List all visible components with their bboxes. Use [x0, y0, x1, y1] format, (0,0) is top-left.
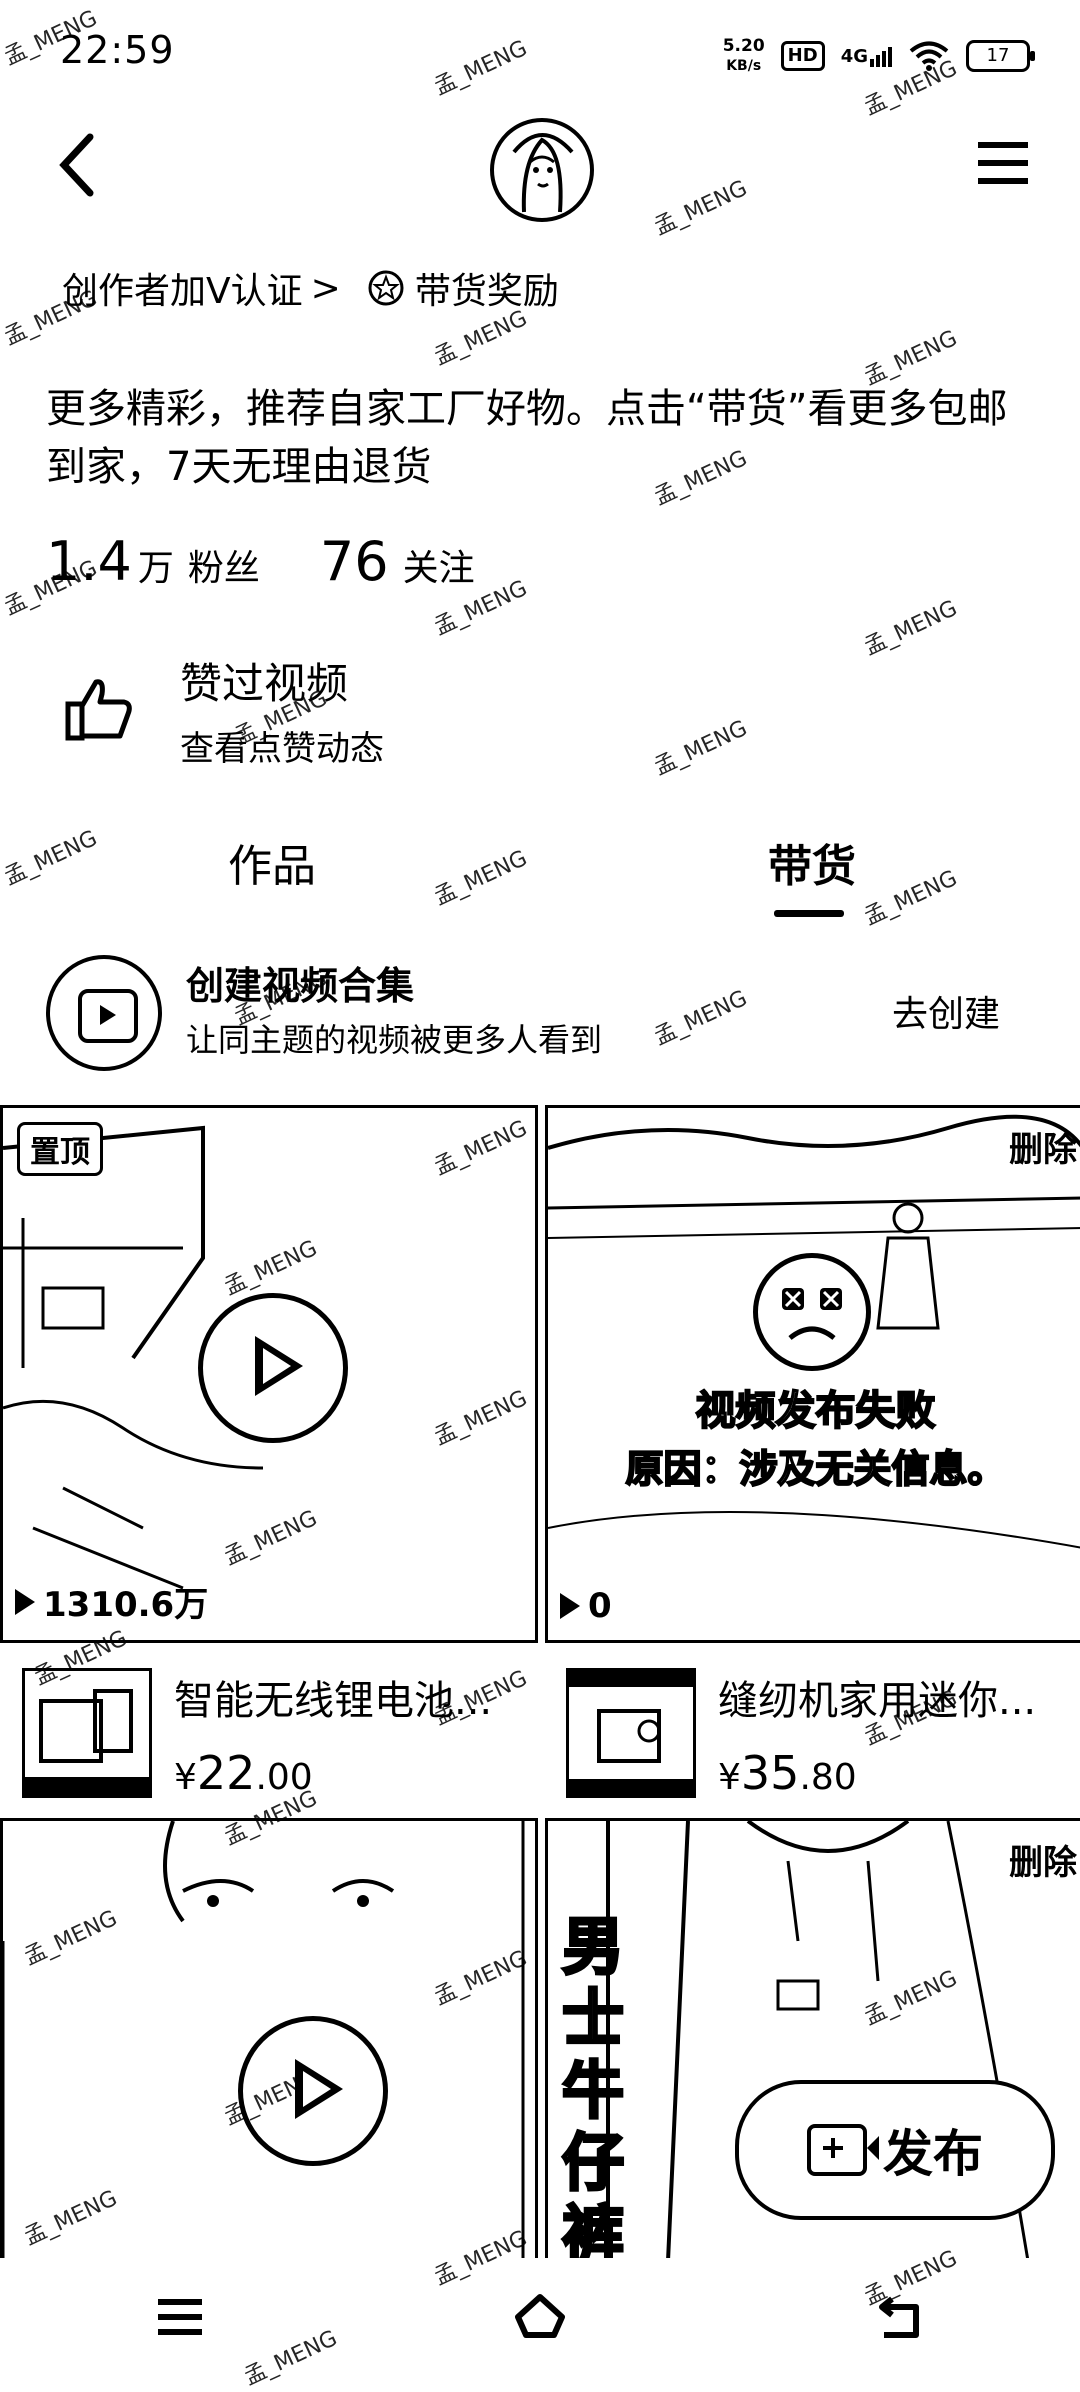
video-tile-failed[interactable]: 删除 视频发布失败 原因：涉及无关信息。 0 [545, 1105, 1080, 1643]
status-indicators: 5.20 KB/s HD 4G 17 [722, 36, 1035, 76]
hd-icon: HD [780, 41, 825, 71]
signal-icon: 4G [841, 46, 892, 67]
play-count-icon [560, 1593, 580, 1619]
watermark: 孟_MENG [860, 865, 962, 931]
watermark: 孟_MENG [650, 715, 752, 781]
product-price: ¥35.80 [718, 1746, 857, 1800]
creator-verify-link[interactable]: 创作者加V认证 > [62, 262, 341, 314]
profile-links: 创作者加V认证 > 带货奖励 [62, 262, 559, 314]
thumbs-up-icon [65, 679, 132, 741]
reward-link[interactable]: 带货奖励 [367, 262, 559, 314]
tab-goods[interactable]: 带货 [768, 830, 856, 894]
create-collection-button[interactable]: 去创建 [892, 985, 1000, 1037]
following-stat[interactable]: 76 关注 [320, 530, 475, 593]
delete-button[interactable]: 删除 [1009, 1122, 1077, 1171]
watermark: 孟_MENG [0, 825, 102, 891]
sad-face-icon [753, 1253, 871, 1371]
menu-icon[interactable] [974, 138, 1032, 188]
view-count: 1310.6万 [15, 1577, 208, 1626]
play-icon[interactable] [198, 1293, 348, 1443]
video-thumbnail [548, 1114, 1080, 1549]
home-icon[interactable] [510, 2287, 570, 2347]
watermark: 孟_MENG [430, 35, 532, 101]
watermark: 孟_MENG [650, 175, 752, 241]
watermark: 孟_MENG [0, 285, 102, 351]
product-card[interactable]: 缝纫机家用迷你... ¥35.80 [566, 1668, 1080, 1800]
product-price: ¥22.00 [174, 1746, 313, 1800]
back-icon[interactable] [50, 125, 110, 205]
tab-works[interactable]: 作品 [228, 830, 316, 894]
video-add-icon [807, 2124, 879, 2176]
view-count: 0 [560, 1586, 612, 1626]
watermark: 孟_MENG [430, 845, 532, 911]
video-overlay-text: 男士牛仔裤 [561, 1909, 626, 2264]
publish-failed-reason: 原因：涉及无关信息。 [624, 1446, 1006, 1492]
publish-failed-title: 视频发布失败 [695, 1387, 937, 1435]
create-collection-row: 创建视频合集 让同主题的视频被更多人看到 去创建 [46, 955, 1046, 1071]
profile-bio: 更多精彩，推荐自家工厂好物。点击“带货”看更多包邮到家，7天无理由退货 [46, 386, 1008, 490]
recent-apps-icon[interactable] [150, 2287, 210, 2347]
profile-stats: 1.4 万 粉丝 76 关注 [46, 530, 475, 593]
product-thumbnail [566, 1668, 696, 1798]
tab-active-indicator [774, 910, 844, 917]
avatar[interactable] [490, 118, 594, 222]
battery-icon: 17 [966, 40, 1035, 72]
reward-icon [368, 270, 404, 306]
net-speed: 5.20 KB/s [722, 36, 765, 74]
watermark: 孟_MENG [860, 595, 962, 661]
publish-button[interactable]: 发布 [735, 2080, 1055, 2220]
liked-videos-entry[interactable]: 赞过视频 查看点赞动态 [60, 650, 384, 770]
video-tile-pinned[interactable]: 置顶 1310.6万 [0, 1105, 538, 1643]
collection-icon [46, 955, 162, 1071]
delete-button[interactable]: 删除 [1009, 1835, 1077, 1884]
pinned-badge: 置顶 [17, 1122, 103, 1176]
play-count-icon [15, 1588, 35, 1615]
avatar-image [512, 133, 574, 213]
